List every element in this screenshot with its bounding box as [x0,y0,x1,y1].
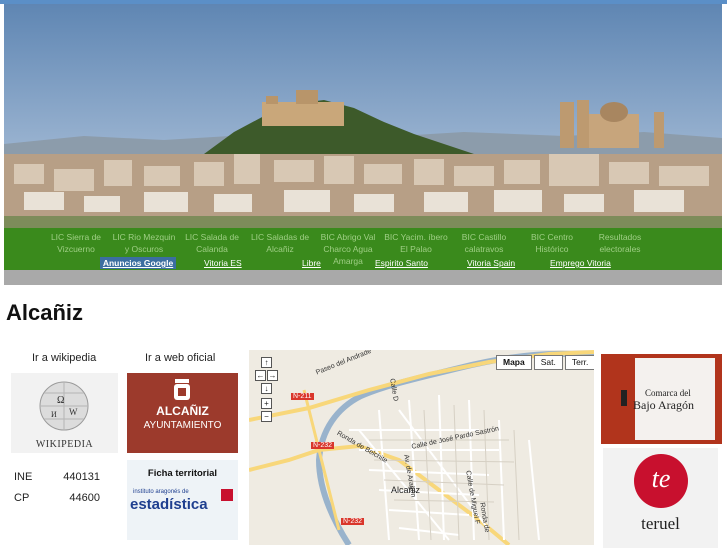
ficha-territorial-link[interactable]: Ficha territorial instituto aragonés de … [127,460,238,540]
teruel-banner-link[interactable]: te teruel [601,444,722,548]
comarca-emblem-icon [621,390,627,406]
ficha-brand: estadística [130,496,208,513]
comarca-panel: Comarca del Bajo Aragón [621,358,715,440]
pan-down-icon[interactable]: ↓ [261,383,272,394]
ad-link[interactable]: Libre [302,257,321,269]
stat-label: INE [14,471,33,483]
teruel-panel: te teruel [603,448,718,548]
teruel-logo-icon: te [634,454,688,508]
comarca-text: Comarca del Bajo Aragón [633,388,694,413]
ayuntamiento-subtitle: AYUNTAMIENTO [143,420,222,431]
right-sidebar: Comarca del Bajo Aragón te teruel [601,354,722,548]
road-label: N-232 [311,442,335,449]
site-header: LIC Sierra de Vizcuerno LIC Rio Mezquin … [4,4,722,285]
map-type-terrain-button[interactable]: Terr. [564,355,594,370]
pan-right-icon[interactable]: → [267,370,278,381]
stat-label: CP [14,492,30,504]
stat-value: 440131 [63,471,100,483]
stat-row: CP 44600 [14,492,100,513]
comarca-banner-link[interactable]: Comarca del Bajo Aragón [601,354,722,444]
wikipedia-wordmark: WIKIPEDIA [35,439,94,450]
svg-text:W: W [69,407,78,417]
stat-value: 44600 [69,492,100,504]
town-panorama-image [4,4,722,228]
page-title: Alcañiz [6,300,84,325]
stats-table: INE 440131 CP 44600 [14,471,100,513]
stat-row: INE 440131 [14,471,100,492]
zoom-out-icon[interactable]: − [261,411,272,422]
wikipedia-link-title[interactable]: Ir a wikipedia [32,352,96,364]
map-type-satellite-button[interactable]: Sat. [533,355,563,370]
ayuntamiento-logo-link[interactable]: ALCAÑIZ AYUNTAMIENTO [127,373,238,453]
ficha-org: instituto aragonés de [133,489,189,495]
road-label: N-211 [291,393,314,400]
pan-left-icon[interactable]: ← [255,370,266,381]
ad-link[interactable]: Emprego Vitoria [550,257,611,269]
svg-text:И: И [51,410,57,419]
comarca-line2: Bajo Aragón [633,398,694,412]
road-label: N-232 [341,518,365,525]
ads-label[interactable]: Anuncios Google [100,257,176,269]
official-web-link-title[interactable]: Ir a web oficial [145,352,215,364]
map-widget[interactable]: N-211 N-232 N-232 Paseo del Andrade Rond… [249,350,594,545]
comarca-line1: Comarca del [645,388,691,398]
map-type-map-button[interactable]: Mapa [496,355,532,370]
zoom-in-icon[interactable]: + [261,398,272,409]
town-label: Alcañiz [391,485,421,495]
teruel-logo-text: te [651,464,671,493]
wikipedia-logo-link[interactable]: Ω W И WIKIPEDIA [11,373,118,453]
main-nav: LIC Sierra de Vizcuerno LIC Rio Mezquin … [4,228,722,270]
map-type-switcher: Mapa Sat. Terr. [494,355,594,370]
svg-text:Ω: Ω [57,395,64,406]
ad-link[interactable]: Vitoria Spain [467,257,515,269]
ficha-title: Ficha territorial [147,468,218,479]
ayuntamiento-name: ALCAÑIZ [156,404,209,418]
page: LIC Sierra de Vizcuerno LIC Rio Mezquin … [0,0,727,548]
ad-link[interactable]: Vitoria ES [204,257,242,269]
ad-link[interactable]: Espirito Santo [375,257,428,269]
pan-up-icon[interactable]: ↑ [261,357,272,368]
teruel-name: teruel [641,514,680,533]
ficha-emblem-icon [221,489,233,501]
ad-links-bar: Anuncios Google Vitoria ES Libre Espirit… [4,257,722,270]
